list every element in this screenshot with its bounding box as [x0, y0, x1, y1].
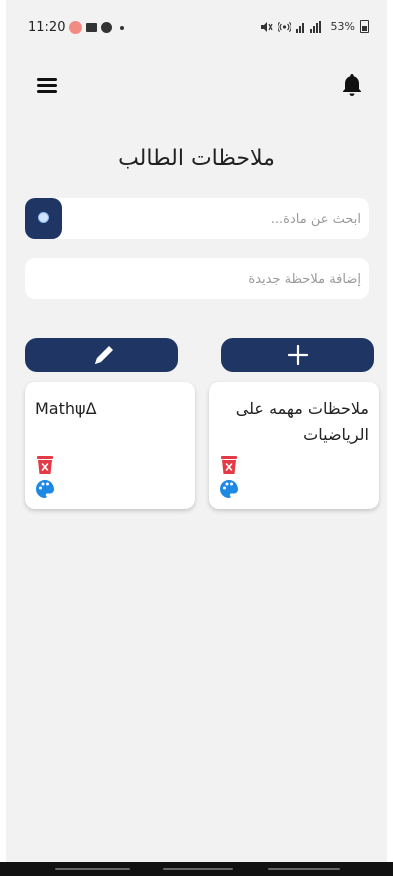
palette-icon[interactable] — [219, 479, 239, 498]
search-icon — [38, 212, 49, 223]
record-icon — [69, 21, 83, 34]
mute-icon — [260, 21, 273, 32]
search-input[interactable] — [69, 198, 363, 241]
status-left: 11:20 — [28, 20, 125, 35]
edit-button[interactable] — [25, 338, 178, 372]
note-card[interactable]: MathψΔ — [25, 382, 195, 509]
hotspot-icon — [277, 21, 291, 32]
note-title: MathψΔ — [35, 399, 97, 418]
new-note-input[interactable] — [35, 258, 363, 301]
menu-line — [37, 90, 57, 93]
signal-icon — [295, 20, 321, 33]
status-bar: 11:20 53% — [6, 0, 387, 52]
palette-icon[interactable] — [35, 479, 55, 498]
nav-recents-icon[interactable] — [55, 868, 130, 870]
trash-icon[interactable] — [219, 456, 239, 474]
bell-icon[interactable] — [340, 72, 364, 98]
nav-home-icon[interactable] — [163, 868, 233, 870]
search-button[interactable] — [25, 198, 62, 239]
page-title: ملاحظات الطالب — [118, 146, 275, 171]
pencil-icon — [94, 346, 113, 364]
menu-line — [37, 78, 57, 81]
plus-icon — [287, 344, 308, 366]
nav-back-icon[interactable] — [268, 868, 340, 870]
note-card[interactable]: ملاحظات مهمه على الرياضيات — [209, 382, 379, 509]
menu-line — [37, 84, 57, 87]
status-right: 53% — [260, 20, 369, 33]
status-time: 11:20 — [28, 20, 66, 35]
note-title: ملاحظات مهمه على الرياضيات — [235, 399, 369, 444]
add-note-button[interactable] — [221, 338, 374, 372]
note-actions — [35, 456, 57, 498]
facebook-icon — [101, 22, 113, 33]
note-actions — [219, 456, 241, 498]
search-bar — [25, 198, 369, 241]
app-screen: 11:20 53% ملاحظات الطالب ابحث عن مادة...… — [6, 0, 387, 862]
dot-icon — [120, 25, 125, 30]
new-note-field — [25, 258, 369, 301]
battery-icon — [360, 20, 369, 33]
image-icon — [86, 23, 98, 32]
battery-percent: 53% — [330, 20, 355, 33]
hamburger-menu-icon[interactable] — [37, 78, 57, 93]
trash-icon[interactable] — [35, 456, 55, 474]
system-nav-bar — [0, 862, 393, 876]
